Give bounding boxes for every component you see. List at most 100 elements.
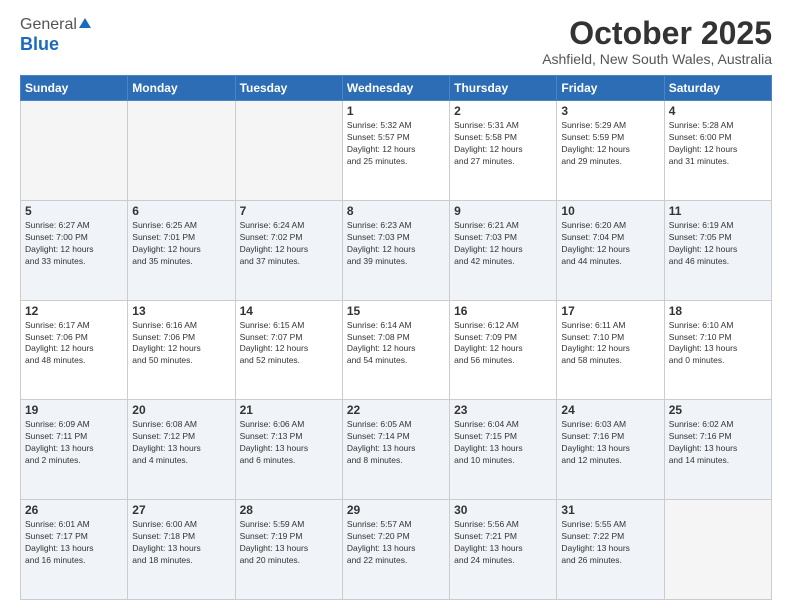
day-info: Sunrise: 6:06 AM Sunset: 7:13 PM Dayligh…	[240, 419, 338, 467]
page: General Blue October 2025 Ashfield, New …	[0, 0, 792, 612]
day-number: 20	[132, 403, 230, 417]
table-row: 20 Sunrise: 6:08 AM Sunset: 7:12 PM Dayli…	[128, 400, 235, 500]
table-row: 27Sunrise: 6:00 AM Sunset: 7:18 PM Dayli…	[128, 500, 235, 600]
table-row: 19Sunrise: 6:09 AM Sunset: 7:11 PM Dayli…	[21, 400, 128, 500]
table-row	[21, 101, 128, 201]
day-number: 16	[454, 304, 552, 318]
table-row: 11 Sunrise: 6:19 AM Sunset: 7:05 PM Dayli…	[664, 200, 771, 300]
day-number: 6	[132, 204, 230, 218]
day-number: 15	[347, 304, 445, 318]
table-row: 30 Sunrise: 5:56 AM Sunset: 7:21 PM Dayli…	[450, 500, 557, 600]
day-info: Sunrise: 6:21 AM Sunset: 7:03 PM Dayligh…	[454, 220, 552, 268]
day-number: 23	[454, 403, 552, 417]
day-info: Sunrise: 6:19 AM Sunset: 7:05 PM Dayligh…	[669, 220, 767, 268]
header-saturday: Saturday	[664, 76, 771, 101]
day-info: Sunrise: 5:31 AM Sunset: 5:58 PM Dayligh…	[454, 120, 552, 168]
day-info: Sunrise: 5:56 AM Sunset: 7:21 PM Dayligh…	[454, 519, 552, 567]
day-info: Sunrise: 5:28 AM Sunset: 6:00 PM Dayligh…	[669, 120, 767, 168]
day-number: 19	[25, 403, 123, 417]
table-row	[235, 101, 342, 201]
day-number: 5	[25, 204, 123, 218]
table-row: 13 Sunrise: 6:16 AM Sunset: 7:06 PM Dayli…	[128, 300, 235, 400]
table-row: 31 Sunrise: 5:55 AM Sunset: 7:22 PM Dayli…	[557, 500, 664, 600]
day-header-row: Sunday Monday Tuesday Wednesday Thursday…	[21, 76, 772, 101]
day-info: Sunrise: 5:29 AM Sunset: 5:59 PM Dayligh…	[561, 120, 659, 168]
table-row: 21 Sunrise: 6:06 AM Sunset: 7:13 PM Dayli…	[235, 400, 342, 500]
day-number: 11	[669, 204, 767, 218]
header-friday: Friday	[557, 76, 664, 101]
header-wednesday: Wednesday	[342, 76, 449, 101]
day-info: Sunrise: 6:10 AM Sunset: 7:10 PM Dayligh…	[669, 320, 767, 368]
day-info: Sunrise: 6:16 AM Sunset: 7:06 PM Dayligh…	[132, 320, 230, 368]
logo-line1: General	[20, 16, 91, 34]
day-number: 17	[561, 304, 659, 318]
day-number: 1	[347, 104, 445, 118]
day-info: Sunrise: 6:20 AM Sunset: 7:04 PM Dayligh…	[561, 220, 659, 268]
day-info: Sunrise: 6:01 AM Sunset: 7:17 PM Dayligh…	[25, 519, 123, 567]
day-number: 18	[669, 304, 767, 318]
header-monday: Monday	[128, 76, 235, 101]
day-number: 2	[454, 104, 552, 118]
day-info: Sunrise: 6:03 AM Sunset: 7:16 PM Dayligh…	[561, 419, 659, 467]
header: General Blue October 2025 Ashfield, New …	[20, 16, 772, 67]
table-row: 4 Sunrise: 5:28 AM Sunset: 6:00 PM Daylig…	[664, 101, 771, 201]
table-row: 24Sunrise: 6:03 AM Sunset: 7:16 PM Dayli…	[557, 400, 664, 500]
table-row: 10 Sunrise: 6:20 AM Sunset: 7:04 PM Dayli…	[557, 200, 664, 300]
header-tuesday: Tuesday	[235, 76, 342, 101]
day-info: Sunrise: 6:17 AM Sunset: 7:06 PM Dayligh…	[25, 320, 123, 368]
table-row: 3 Sunrise: 5:29 AM Sunset: 5:59 PM Daylig…	[557, 101, 664, 201]
calendar-week-row: 12 Sunrise: 6:17 AM Sunset: 7:06 PM Dayli…	[21, 300, 772, 400]
table-row: 28 Sunrise: 5:59 AM Sunset: 7:19 PM Dayli…	[235, 500, 342, 600]
day-info: Sunrise: 6:08 AM Sunset: 7:12 PM Dayligh…	[132, 419, 230, 467]
day-info: Sunrise: 6:15 AM Sunset: 7:07 PM Dayligh…	[240, 320, 338, 368]
day-number: 14	[240, 304, 338, 318]
table-row: 26 Sunrise: 6:01 AM Sunset: 7:17 PM Dayli…	[21, 500, 128, 600]
day-info: Sunrise: 6:04 AM Sunset: 7:15 PM Dayligh…	[454, 419, 552, 467]
logo-general-text: General	[20, 16, 77, 33]
day-number: 21	[240, 403, 338, 417]
calendar-week-row: 26 Sunrise: 6:01 AM Sunset: 7:17 PM Dayli…	[21, 500, 772, 600]
day-info: Sunrise: 5:59 AM Sunset: 7:19 PM Dayligh…	[240, 519, 338, 567]
day-number: 28	[240, 503, 338, 517]
day-number: 4	[669, 104, 767, 118]
day-info: Sunrise: 6:23 AM Sunset: 7:03 PM Dayligh…	[347, 220, 445, 268]
main-title: October 2025	[542, 16, 772, 51]
table-row: 1Sunrise: 5:32 AM Sunset: 5:57 PM Daylig…	[342, 101, 449, 201]
table-row: 12 Sunrise: 6:17 AM Sunset: 7:06 PM Dayli…	[21, 300, 128, 400]
day-number: 7	[240, 204, 338, 218]
day-info: Sunrise: 6:25 AM Sunset: 7:01 PM Dayligh…	[132, 220, 230, 268]
table-row: 15 Sunrise: 6:14 AM Sunset: 7:08 PM Dayli…	[342, 300, 449, 400]
day-info: Sunrise: 5:55 AM Sunset: 7:22 PM Dayligh…	[561, 519, 659, 567]
logo-blue-text: Blue	[20, 34, 59, 55]
day-info: Sunrise: 6:00 AM Sunset: 7:18 PM Dayligh…	[132, 519, 230, 567]
table-row: 9 Sunrise: 6:21 AM Sunset: 7:03 PM Daylig…	[450, 200, 557, 300]
day-number: 22	[347, 403, 445, 417]
table-row: 8Sunrise: 6:23 AM Sunset: 7:03 PM Daylig…	[342, 200, 449, 300]
day-number: 13	[132, 304, 230, 318]
day-info: Sunrise: 6:27 AM Sunset: 7:00 PM Dayligh…	[25, 220, 123, 268]
table-row	[128, 101, 235, 201]
day-info: Sunrise: 6:05 AM Sunset: 7:14 PM Dayligh…	[347, 419, 445, 467]
header-sunday: Sunday	[21, 76, 128, 101]
day-number: 12	[25, 304, 123, 318]
day-number: 9	[454, 204, 552, 218]
day-number: 31	[561, 503, 659, 517]
day-info: Sunrise: 6:14 AM Sunset: 7:08 PM Dayligh…	[347, 320, 445, 368]
day-number: 26	[25, 503, 123, 517]
day-number: 10	[561, 204, 659, 218]
table-row: 2 Sunrise: 5:31 AM Sunset: 5:58 PM Daylig…	[450, 101, 557, 201]
day-info: Sunrise: 6:24 AM Sunset: 7:02 PM Dayligh…	[240, 220, 338, 268]
calendar-week-row: 1Sunrise: 5:32 AM Sunset: 5:57 PM Daylig…	[21, 101, 772, 201]
calendar-week-row: 19Sunrise: 6:09 AM Sunset: 7:11 PM Dayli…	[21, 400, 772, 500]
day-number: 30	[454, 503, 552, 517]
calendar: Sunday Monday Tuesday Wednesday Thursday…	[20, 75, 772, 600]
table-row: 16 Sunrise: 6:12 AM Sunset: 7:09 PM Dayli…	[450, 300, 557, 400]
header-thursday: Thursday	[450, 76, 557, 101]
table-row: 14 Sunrise: 6:15 AM Sunset: 7:07 PM Dayli…	[235, 300, 342, 400]
day-info: Sunrise: 5:57 AM Sunset: 7:20 PM Dayligh…	[347, 519, 445, 567]
day-number: 25	[669, 403, 767, 417]
table-row: 7 Sunrise: 6:24 AM Sunset: 7:02 PM Daylig…	[235, 200, 342, 300]
day-number: 3	[561, 104, 659, 118]
day-info: Sunrise: 6:12 AM Sunset: 7:09 PM Dayligh…	[454, 320, 552, 368]
day-info: Sunrise: 6:11 AM Sunset: 7:10 PM Dayligh…	[561, 320, 659, 368]
